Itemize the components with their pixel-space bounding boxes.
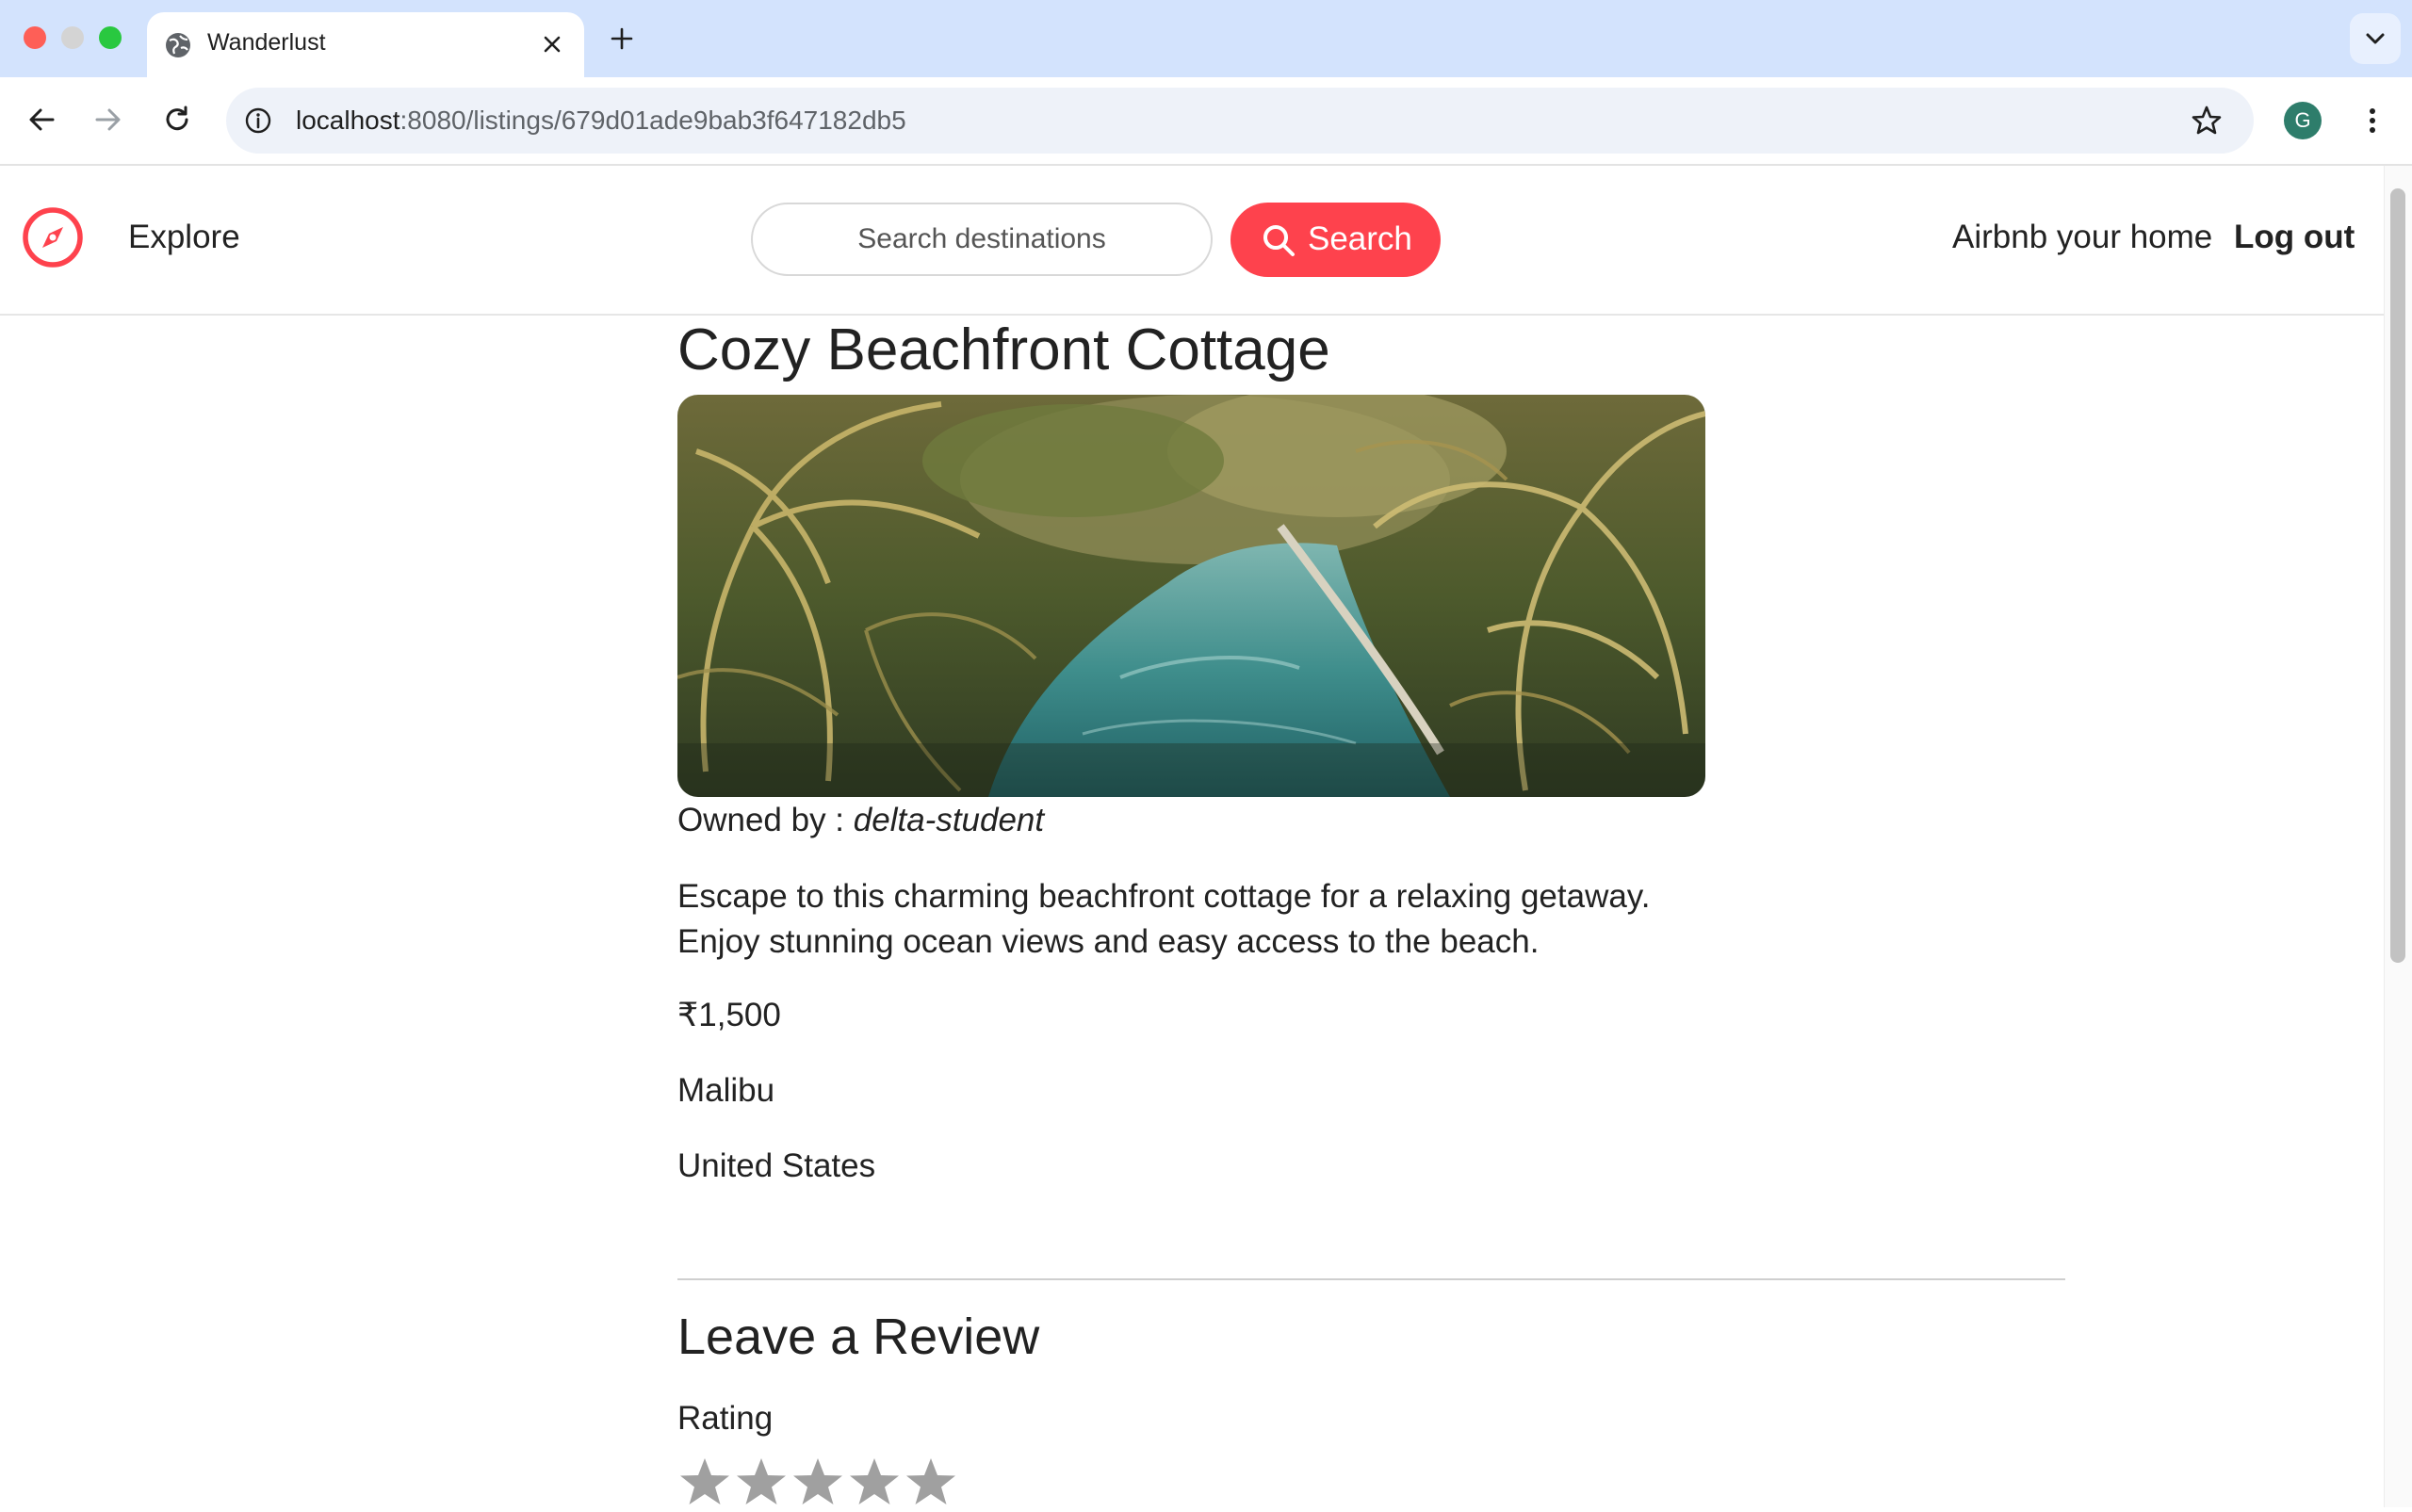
address-bar[interactable]: localhost:8080/listings/679d01ade9bab3f6… — [226, 88, 2254, 154]
star-icon[interactable] — [790, 1455, 845, 1510]
tropical-lagoon-photo — [677, 395, 1705, 797]
logout-link[interactable]: Log out — [2234, 215, 2355, 260]
description-line: Escape to this charming beachfront cotta… — [677, 878, 1651, 915]
airbnb-your-home-link[interactable]: Airbnb your home — [1952, 215, 2212, 260]
compass-icon[interactable] — [21, 205, 85, 269]
back-arrow-icon[interactable] — [24, 103, 58, 137]
description-line: Enjoy stunning ocean views and easy acce… — [677, 923, 1540, 960]
section-divider — [677, 1278, 2065, 1280]
minimize-window-button[interactable] — [61, 26, 84, 49]
listing-price: ₹1,500 — [677, 997, 781, 1033]
forward-arrow-icon[interactable] — [91, 103, 125, 137]
search-button[interactable]: Search — [1230, 203, 1441, 277]
listing-country: United States — [677, 1147, 876, 1184]
listing-title: Cozy Beachfront Cottage — [677, 317, 1330, 382]
listing-location: Malibu — [677, 1072, 775, 1109]
profile-avatar[interactable]: G — [2284, 102, 2322, 139]
listing-owner: Owned by : delta-student — [677, 800, 1044, 841]
star-icon[interactable] — [677, 1455, 732, 1510]
reload-icon[interactable] — [160, 103, 194, 137]
maximize-window-button[interactable] — [99, 26, 122, 49]
url-host: localhost — [296, 106, 400, 135]
scrollbar-thumb[interactable] — [2390, 188, 2405, 963]
star-icon[interactable] — [734, 1455, 789, 1510]
owner-prefix: Owned by : — [677, 802, 854, 838]
browser-toolbar: localhost:8080/listings/679d01ade9bab3f6… — [0, 77, 2412, 166]
listing-image — [677, 395, 1705, 797]
site-info-icon[interactable] — [243, 106, 273, 136]
globe-icon — [166, 33, 190, 57]
review-heading: Leave a Review — [677, 1309, 1040, 1365]
tab-title: Wanderlust — [207, 29, 326, 56]
search-icon — [1263, 225, 1295, 256]
browser-tab-strip: Wanderlust — [0, 0, 2412, 77]
tab-search-button[interactable] — [2350, 13, 2401, 64]
close-window-button[interactable] — [24, 26, 46, 49]
browser-tab[interactable]: Wanderlust — [147, 12, 584, 77]
star-icon[interactable] — [847, 1455, 902, 1510]
url-path: :8080/listings/679d01ade9bab3f647182db5 — [399, 106, 906, 135]
search-button-label: Search — [1308, 220, 1412, 257]
owner-name: delta-student — [853, 802, 1045, 838]
chevron-down-icon — [2366, 33, 2385, 44]
more-options-icon[interactable] — [2355, 104, 2389, 138]
rating-label: Rating — [677, 1400, 774, 1437]
url-text[interactable]: localhost:8080/listings/679d01ade9bab3f6… — [296, 104, 906, 138]
site-navbar: Explore Search Airbnb your home Log out — [0, 166, 2384, 316]
close-tab-icon[interactable] — [540, 32, 564, 57]
star-icon[interactable] — [904, 1455, 958, 1510]
explore-link[interactable]: Explore — [128, 215, 240, 260]
listing-description: Escape to this charming beachfront cotta… — [677, 874, 1714, 965]
new-tab-icon[interactable] — [608, 24, 636, 53]
bookmark-star-icon[interactable] — [2190, 104, 2224, 138]
search-input[interactable] — [751, 203, 1213, 276]
